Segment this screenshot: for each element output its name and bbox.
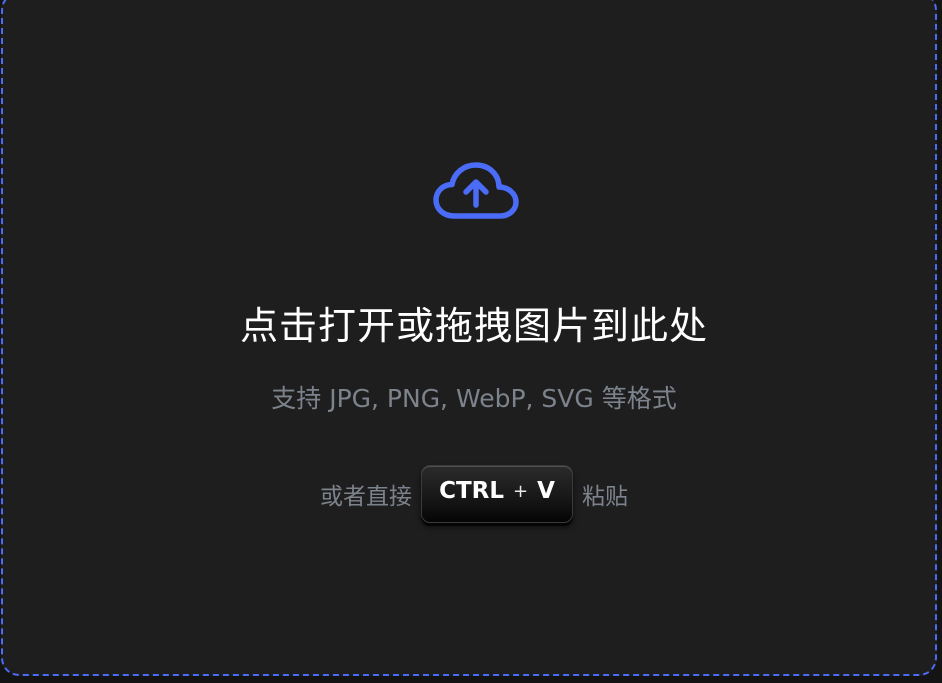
dropzone-title: 点击打开或拖拽图片到此处 (239, 304, 708, 348)
shortcut-key: V (537, 478, 555, 504)
shortcut-modifier: CTRL (439, 478, 505, 504)
paste-hint: 或者直接 CTRL + V 粘贴 (3, 462, 942, 526)
shortcut-plus: + (513, 480, 529, 502)
cloud-upload-icon (433, 162, 519, 219)
ctrl-v-shortcut-key: CTRL + V (421, 465, 573, 523)
supported-formats-hint: 支持 JPG, PNG, WebP, SVG 等格式 (271, 384, 677, 413)
paste-hint-suffix: 粘贴 (582, 484, 628, 510)
image-dropzone[interactable]: 点击打开或拖拽图片到此处 支持 JPG, PNG, WebP, SVG 等格式 … (1, 0, 937, 676)
paste-hint-prefix: 或者直接 (320, 484, 412, 510)
